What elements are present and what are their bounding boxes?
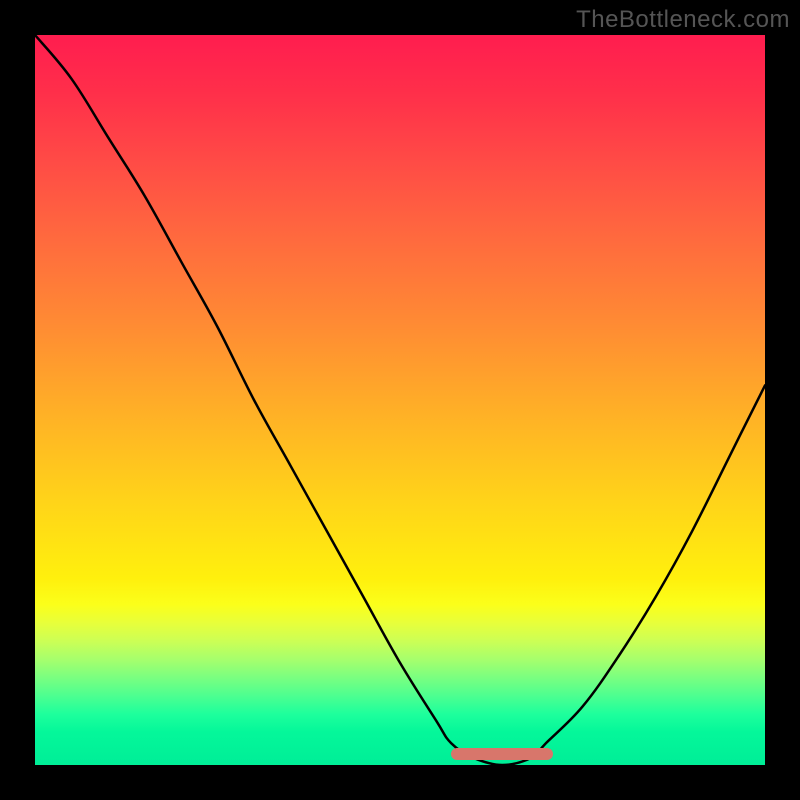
curve-svg [35,35,765,765]
watermark-text: TheBottleneck.com [576,6,790,34]
optimal-band-marker [451,748,553,760]
plot-area [35,35,765,765]
chart-frame: TheBottleneck.com [0,0,800,800]
bottleneck-curve-path [35,35,765,765]
